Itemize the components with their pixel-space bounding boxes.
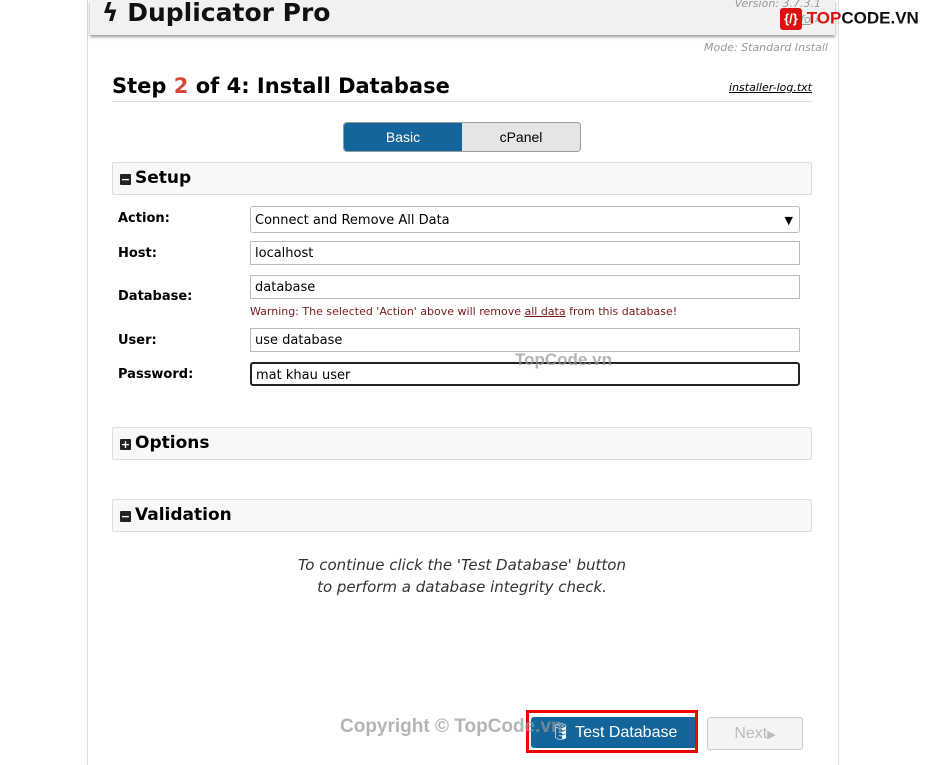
tab-basic[interactable]: Basic [344,123,462,151]
bolt-icon: ϟ [102,0,119,27]
minus-icon: − [120,173,131,186]
topcode-logo: {/} TOPCODE.VN [780,8,919,30]
app-title: Duplicator Pro [127,0,331,27]
database-input[interactable]: database [250,275,800,299]
plus-icon: + [120,438,131,451]
copyright-watermark: Copyright © TopCode.vn [340,716,563,737]
installer-panel: ϟ Duplicator Pro Version: 3.7.3.1» info … [87,0,839,765]
options-section-header[interactable]: + Options [112,427,812,460]
mode-tabs: Basic cPanel [343,122,581,152]
setup-section-header[interactable]: − Setup [112,162,812,195]
host-label: Host: [118,246,157,261]
action-select[interactable]: Connect and Remove All Data ▼ [250,206,800,233]
app-logo: ϟ Duplicator Pro [102,0,330,27]
code-icon: {/} [780,8,802,30]
host-input[interactable]: localhost [250,241,800,265]
next-button[interactable]: Next▶ [707,717,803,750]
header: ϟ Duplicator Pro Version: 3.7.3.1» info … [90,0,835,35]
validation-message: To continue click the 'Test Database' bu… [298,556,626,596]
action-label: Action: [118,211,170,226]
tab-cpanel[interactable]: cPanel [462,123,580,151]
database-label: Database: [118,289,193,304]
user-label: User: [118,333,157,348]
minus-icon: − [120,510,131,523]
chevron-down-icon: ▼ [784,214,793,227]
database-warning: Warning: The selected 'Action' above wil… [250,305,678,318]
user-input[interactable]: use database [250,328,800,352]
watermark-text: TopCode.vn [515,350,612,369]
mode-text: Mode: Standard Install [703,41,828,54]
validation-section-header[interactable]: − Validation [112,499,812,532]
caret-right-icon: ▶ [767,729,776,741]
password-label: Password: [118,367,194,382]
page-title: Step 2 of 4: Install Database installer-… [112,74,812,102]
installer-log-link[interactable]: installer-log.txt [729,81,812,94]
